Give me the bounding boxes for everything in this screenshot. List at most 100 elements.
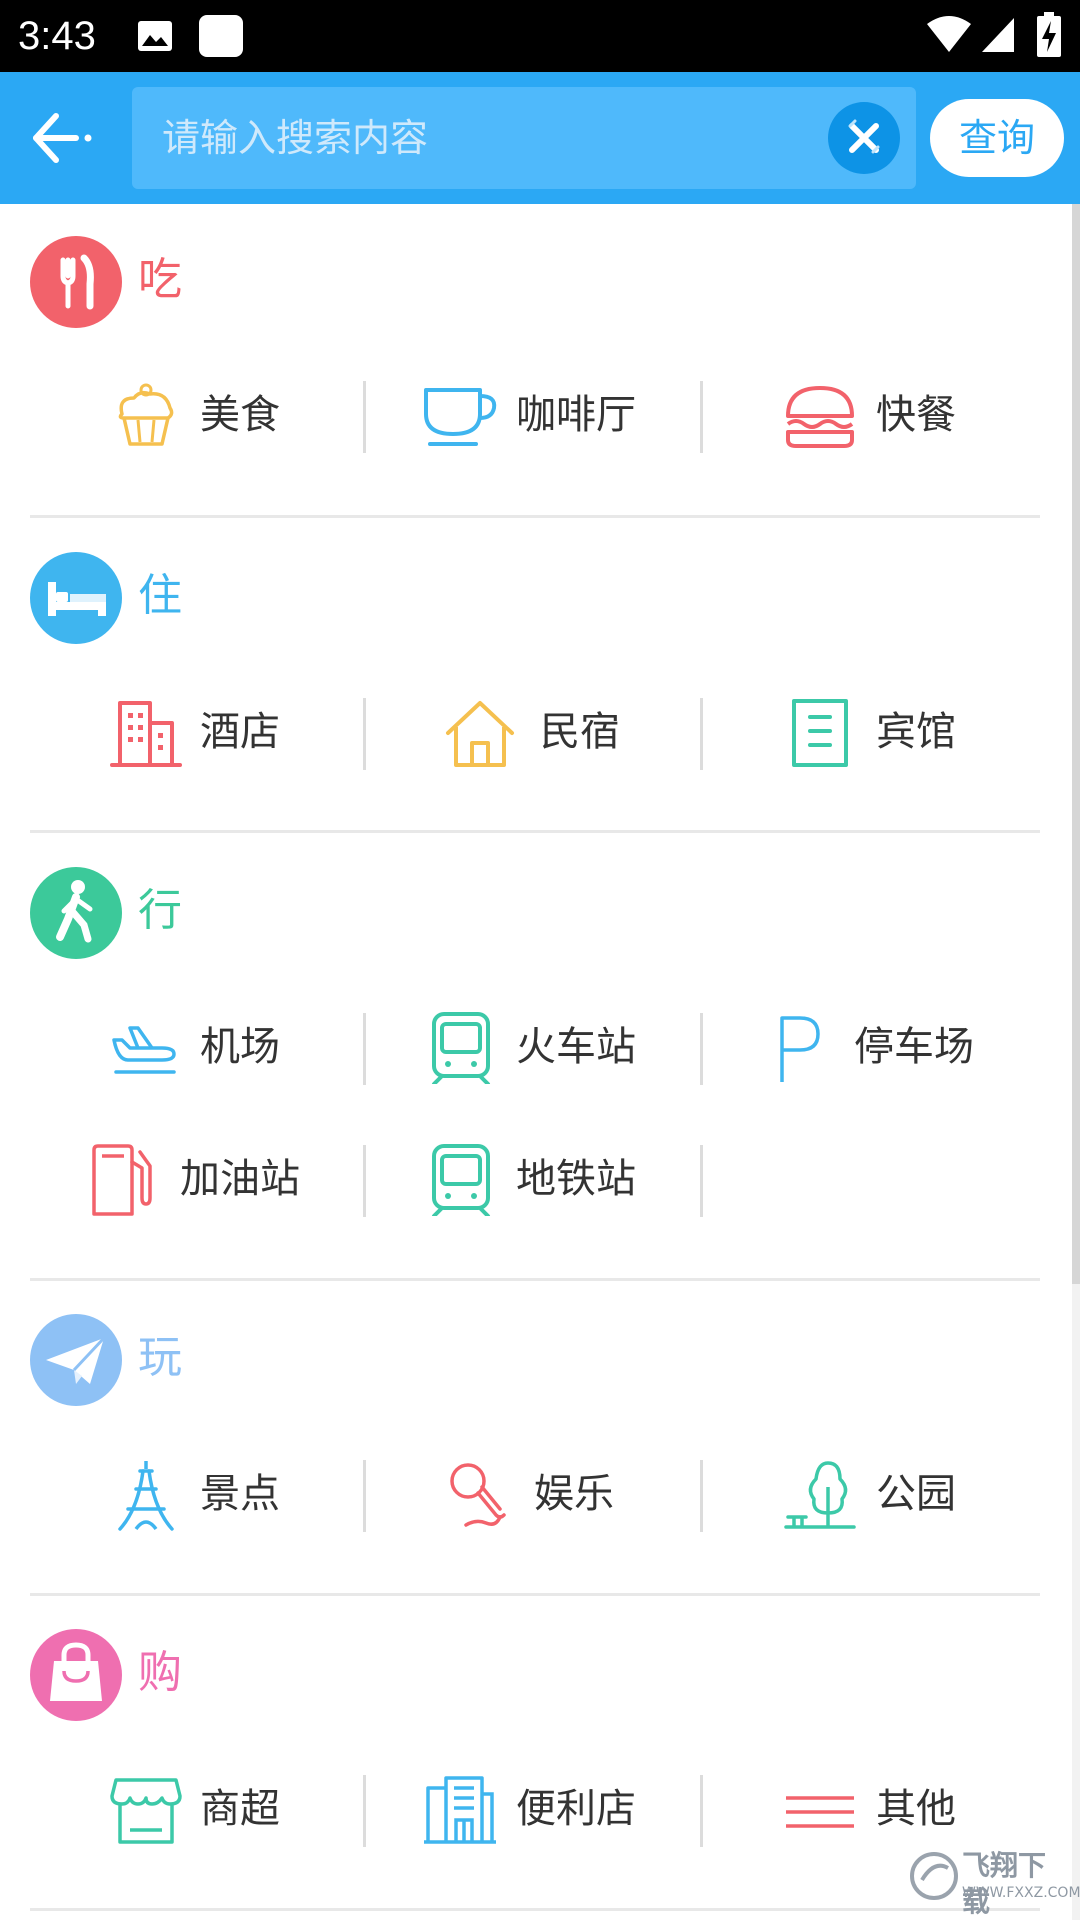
building-icon [110, 701, 182, 767]
category-travel-title: 行 [138, 885, 182, 936]
tower-icon [118, 1461, 174, 1531]
item-gas-station[interactable]: 加油站 [88, 1135, 358, 1225]
item-label: 火车站 [516, 1024, 636, 1070]
item-label: 商超 [200, 1786, 280, 1832]
item-guesthouse[interactable]: 宾馆 [784, 688, 1034, 778]
section-header-shop: 购 [30, 1629, 430, 1721]
item-train-station[interactable]: 火车站 [424, 1003, 674, 1093]
section-eat: 吃 [30, 236, 1040, 328]
fuel-pump-icon [92, 1144, 152, 1216]
walking-person-icon [56, 880, 93, 943]
shopping-bag-icon [50, 1642, 102, 1701]
section-divider [30, 830, 1040, 833]
separator [363, 1775, 366, 1847]
paper-plane-icon [46, 1336, 106, 1384]
lines-icon [786, 1796, 854, 1828]
category-stay-title: 住 [138, 570, 182, 621]
fork-knife-icon [60, 254, 94, 310]
battery-charging-icon [1037, 12, 1061, 57]
section-divider [30, 515, 1040, 518]
item-cafe[interactable]: 咖啡厅 [422, 371, 672, 461]
item-label: 美食 [200, 392, 280, 438]
item-label: 民宿 [540, 709, 620, 755]
section-stay: 住 [30, 552, 1040, 644]
category-eat-badge [30, 236, 122, 328]
item-food[interactable]: 美食 [110, 371, 360, 461]
section-header-eat: 吃 [30, 236, 430, 328]
separator [700, 698, 703, 770]
bed-icon [48, 582, 106, 616]
watermark-subtext: WWW.FXXZ.COM [962, 1885, 1080, 1901]
item-fastfood[interactable]: 快餐 [784, 371, 1034, 461]
item-homestay[interactable]: 民宿 [444, 688, 694, 778]
section-divider [30, 1908, 1040, 1911]
section-header-play: 玩 [30, 1314, 430, 1406]
back-button[interactable] [26, 106, 98, 170]
separator [700, 1013, 703, 1085]
item-other[interactable]: 其他 [784, 1765, 1034, 1855]
category-shop-title: 购 [138, 1647, 182, 1698]
app-bar: 查询 [0, 72, 1080, 204]
watermark: 飞翔下载 WWW.FXXZ.COM [908, 1846, 1080, 1918]
clear-search-button[interactable] [828, 102, 900, 174]
coffee-cup-icon [424, 388, 497, 446]
item-supermarket[interactable]: 商超 [110, 1765, 360, 1855]
train-icon [432, 1012, 490, 1084]
item-airport[interactable]: 机场 [108, 1003, 358, 1093]
separator [363, 1013, 366, 1085]
item-label: 咖啡厅 [516, 392, 636, 438]
search-input[interactable] [162, 87, 842, 189]
signal-icon [982, 18, 1014, 52]
separator [700, 1460, 703, 1532]
item-park[interactable]: 公园 [784, 1450, 1034, 1540]
section-header-stay: 住 [30, 552, 430, 644]
item-label: 其他 [876, 1786, 956, 1832]
item-parking[interactable]: 停车场 [774, 1003, 1034, 1093]
item-label: 酒店 [200, 709, 280, 755]
subway-icon [432, 1144, 490, 1216]
cupcake-icon [118, 383, 174, 446]
status-bar: 3:43 [0, 0, 1080, 72]
scrollbar-thumb[interactable] [1072, 204, 1080, 1284]
separator [363, 1145, 366, 1217]
item-convenience-store[interactable]: 便利店 [424, 1765, 674, 1855]
status-time: 3:43 [18, 14, 96, 58]
section-divider [30, 1278, 1040, 1281]
parking-icon [780, 1016, 820, 1082]
separator [363, 1460, 366, 1532]
item-scenic-spot[interactable]: 景点 [110, 1450, 360, 1540]
section-divider [30, 1593, 1040, 1596]
tree-icon [784, 1461, 856, 1529]
item-label: 机场 [200, 1024, 280, 1070]
item-label: 加油站 [180, 1156, 300, 1202]
item-label: 快餐 [876, 392, 956, 438]
item-label: 停车场 [854, 1024, 974, 1070]
item-entertainment[interactable]: 娱乐 [446, 1450, 696, 1540]
item-label: 地铁站 [516, 1156, 636, 1202]
shop-building-icon [424, 1776, 496, 1844]
category-travel-badge [30, 867, 122, 959]
category-play-title: 玩 [138, 1332, 182, 1383]
guesthouse-icon [792, 699, 848, 767]
query-button[interactable]: 查询 [930, 99, 1064, 177]
category-play-badge [30, 1314, 122, 1406]
separator [700, 1775, 703, 1847]
item-label: 公园 [876, 1471, 956, 1517]
item-hotel[interactable]: 酒店 [110, 688, 360, 778]
item-subway-station[interactable]: 地铁站 [424, 1135, 674, 1225]
category-eat-title: 吃 [138, 254, 182, 305]
image-notification-icon [138, 21, 172, 51]
separator [700, 381, 703, 453]
item-label: 景点 [200, 1471, 280, 1517]
watermark-logo-icon [910, 1852, 958, 1900]
airplane-icon [112, 1026, 176, 1074]
section-travel: 行 [30, 867, 1040, 959]
store-icon [110, 1778, 182, 1844]
category-stay-badge [30, 552, 122, 644]
section-play: 玩 [30, 1314, 1040, 1406]
item-label: 宾馆 [876, 709, 956, 755]
item-label: 便利店 [516, 1786, 636, 1832]
app-notification-icon [199, 15, 243, 57]
item-label: 娱乐 [534, 1471, 614, 1517]
separator [700, 1145, 703, 1217]
